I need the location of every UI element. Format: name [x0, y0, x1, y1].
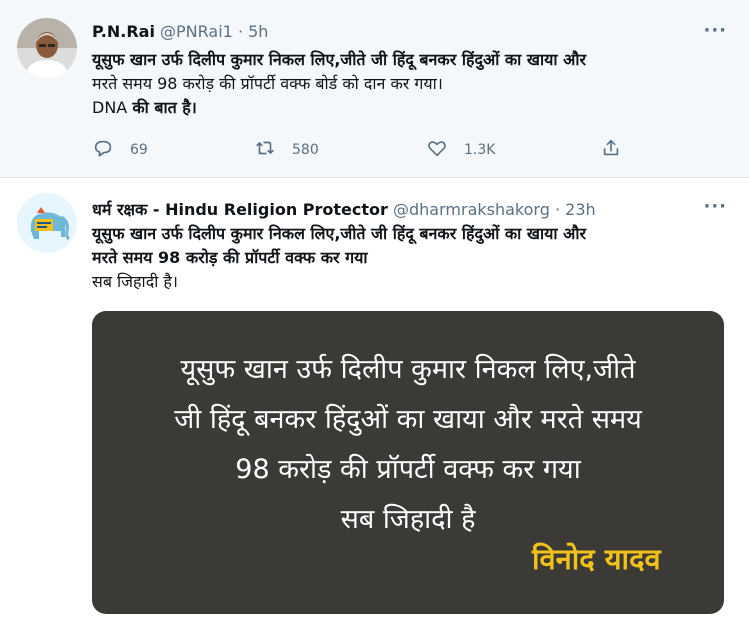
tweet-text: यूसुफ खान उर्फ दिलीप कुमार निकल लिए,जीते…: [92, 48, 722, 120]
avatar[interactable]: [17, 18, 77, 78]
tweet-time[interactable]: 23h: [565, 200, 596, 219]
retweet-count: 580: [292, 142, 319, 158]
image-text-line: जी हिंदू बनकर हिंदुओं का खाया और मरते सम…: [174, 404, 642, 435]
more-horizontal-icon[interactable]: ···: [703, 196, 727, 217]
dna-bold-text: की बात है।: [132, 98, 197, 117]
reply-button[interactable]: 69: [92, 138, 148, 162]
tweet-header: P.N.Rai @PNRai1 · 5h: [92, 22, 268, 41]
tweet-dharmrakshak[interactable]: धर्म रक्षक - Hindu Religion Protector @d…: [0, 178, 749, 629]
author-handle[interactable]: @PNRai1: [160, 22, 233, 41]
dna-text: DNA: [92, 98, 133, 117]
tweet-text-line: मरते समय 98 करोड़ की प्रॉपर्टी वक्फ बोर्…: [92, 74, 443, 93]
tweet-actions: 69 580 1.3K: [92, 138, 632, 162]
tweet-image[interactable]: यूसुफ खान उर्फ दिलीप कुमार निकल लिए,जीते…: [92, 311, 724, 614]
more-horizontal-icon[interactable]: ···: [703, 20, 727, 41]
tweet-text-line: यूसुफ खान उर्फ दिलीप कुमार निकल लिए,जीते…: [92, 50, 587, 69]
tweet-text-line: सब जिहादी है।: [92, 272, 178, 291]
image-text-line: 98 करोड़ की प्रॉपर्टी वक्फ कर गया: [235, 454, 581, 485]
author-name[interactable]: धर्म रक्षक - Hindu Religion Protector: [92, 200, 388, 219]
tweet-text-line: मरते समय 98 करोड़ की प्रॉपर्टी वक्फ कर ग…: [92, 248, 368, 267]
like-count: 1.3K: [464, 142, 496, 158]
like-button[interactable]: 1.3K: [426, 138, 495, 162]
image-signature: विनोद यादव: [532, 542, 661, 576]
tweet-header: धर्म रक्षक - Hindu Religion Protector @d…: [92, 198, 596, 220]
reply-icon: [92, 137, 114, 163]
tweet-text-line: यूसुफ खान उर्फ दिलीप कुमार निकल लिए,जीते…: [92, 224, 587, 243]
tweet-time[interactable]: 5h: [248, 22, 268, 41]
author-name[interactable]: P.N.Rai: [92, 22, 155, 41]
retweet-icon: [254, 137, 276, 163]
separator-dot: ·: [237, 22, 244, 41]
separator-dot: ·: [554, 200, 561, 219]
tweet-text: यूसुफ खान उर्फ दिलीप कुमार निकल लिए,जीते…: [92, 222, 722, 294]
author-handle[interactable]: @dharmrakshakorg: [393, 200, 550, 219]
avatar[interactable]: [17, 193, 77, 253]
image-text-line: यूसुफ खान उर्फ दिलीप कुमार निकल लिए,जीते: [180, 354, 636, 385]
share-icon: [600, 137, 622, 163]
tweet-pnrai[interactable]: P.N.Rai @PNRai1 · 5h ··· यूसुफ खान उर्फ …: [0, 0, 749, 178]
retweet-button[interactable]: 580: [254, 138, 319, 162]
reply-count: 69: [130, 142, 148, 158]
like-icon: [426, 137, 448, 163]
tweet-text-line: DNA की बात है।: [92, 96, 722, 120]
image-text-line: सब जिहादी है: [340, 504, 476, 535]
share-button[interactable]: [600, 138, 622, 162]
